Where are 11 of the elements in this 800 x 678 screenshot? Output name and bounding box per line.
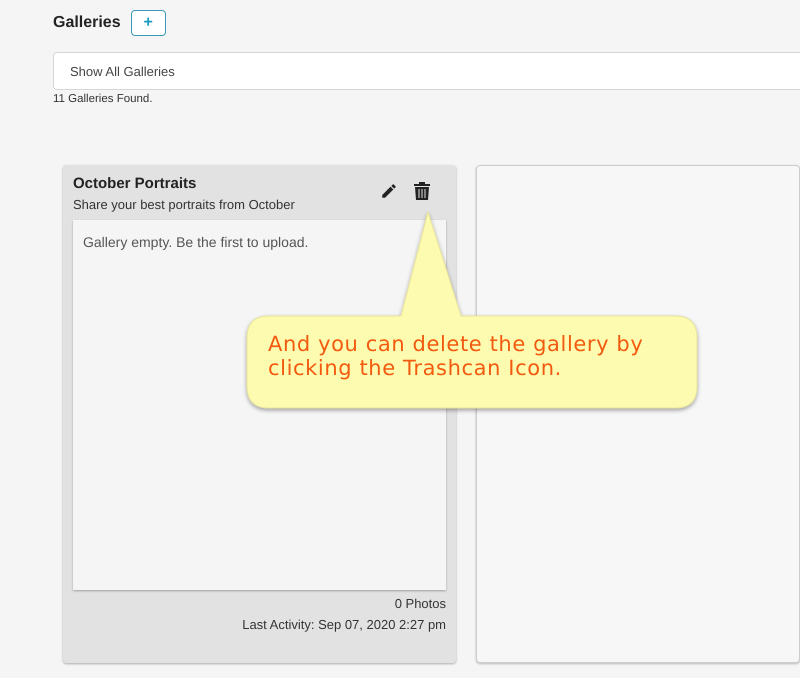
empty-message: Gallery empty. Be the first to upload. <box>83 234 308 250</box>
result-count: 11 Galleries Found. <box>53 93 154 105</box>
edit-icon[interactable] <box>380 182 398 200</box>
gallery-description: Share your best portraits from October <box>73 197 295 212</box>
page-title: Galleries <box>53 14 121 32</box>
photo-count: 0 Photos <box>394 596 446 611</box>
gallery-filter-select[interactable]: Show All Galleries <box>53 52 800 90</box>
callout-text: And you can delete the gallery by clicking the Trashcan Icon. <box>268 332 644 380</box>
last-activity: Last Activity: Sep 07, 2020 2:27 pm <box>241 617 446 632</box>
trash-icon[interactable] <box>414 182 430 200</box>
gallery-title: October Portraits <box>73 175 198 192</box>
